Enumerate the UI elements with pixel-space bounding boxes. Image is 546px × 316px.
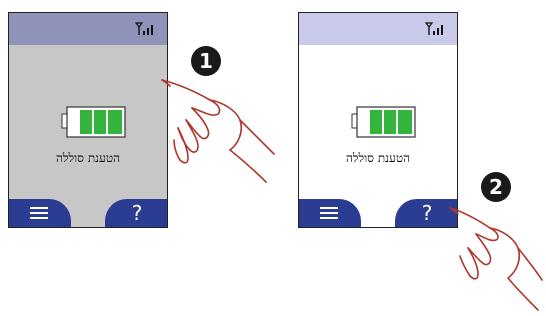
pointing-hand-icon (449, 207, 543, 311)
status-bar (9, 13, 167, 45)
signal-icon (425, 22, 443, 35)
menu-icon (30, 207, 48, 219)
menu-icon (320, 207, 338, 219)
phone-screen-step-1: הטענת סוללה ? (8, 12, 168, 228)
help-softkey[interactable]: ? (105, 199, 167, 227)
battery-charging-label: הטענת סוללה (345, 151, 410, 165)
pointing-hand-icon (161, 79, 275, 183)
phone-screen-step-2: הטענת סוללה ? (298, 12, 458, 228)
menu-softkey[interactable] (9, 199, 71, 227)
battery-icon (61, 106, 126, 138)
battery-icon (351, 106, 416, 138)
help-softkey-label: ? (421, 201, 433, 225)
help-softkey-label: ? (131, 201, 143, 225)
menu-softkey[interactable] (299, 199, 361, 227)
status-bar (299, 13, 457, 45)
signal-icon (135, 22, 153, 35)
battery-charging-label: הטענת סוללה (55, 151, 120, 165)
